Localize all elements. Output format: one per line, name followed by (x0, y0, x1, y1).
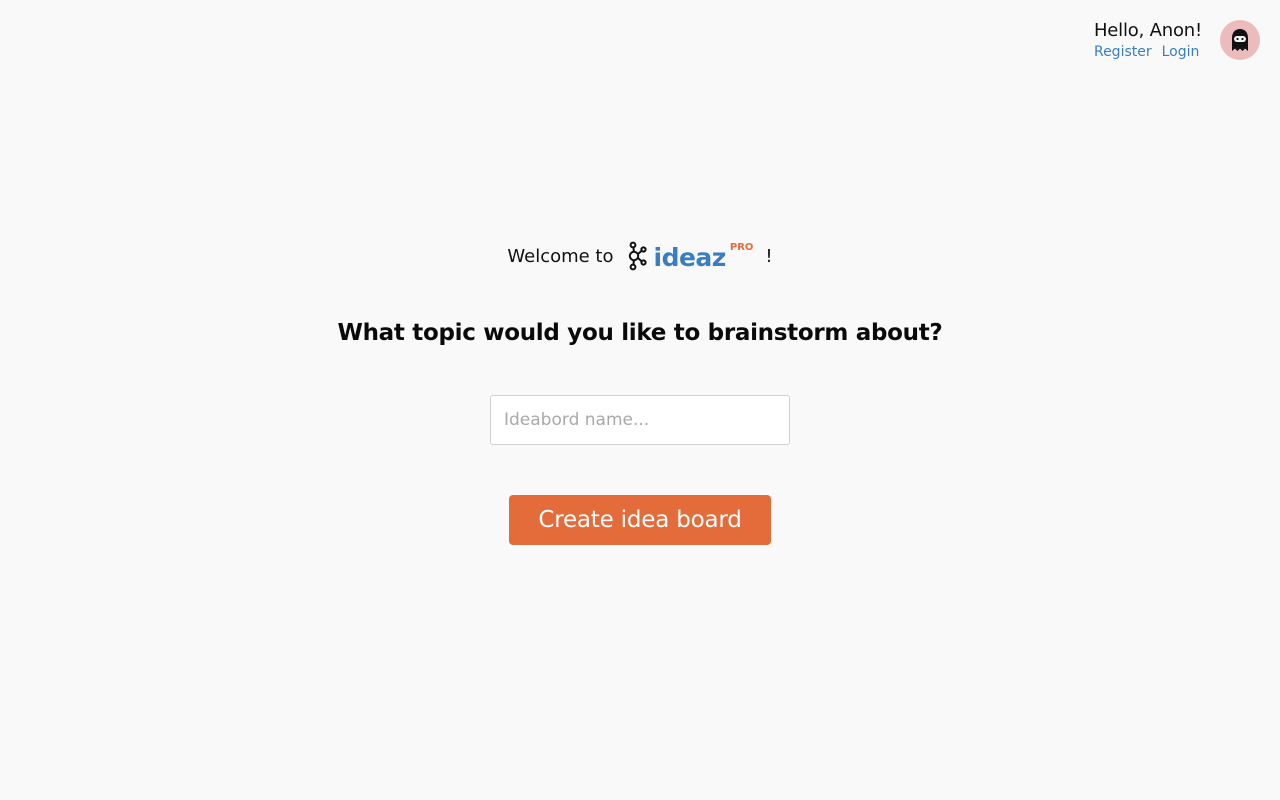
logo-wordmark: ideaz (653, 242, 727, 272)
user-text: Hello, Anon! Register Login (1094, 20, 1202, 61)
ninja-avatar-icon (1232, 29, 1248, 51)
page-title: What topic would you like to brainstorm … (337, 320, 943, 346)
ideaz-logo: ideaz PRO (624, 240, 754, 272)
auth-links: Register Login (1094, 43, 1199, 61)
avatar[interactable] (1220, 20, 1260, 60)
user-area: Hello, Anon! Register Login (1094, 20, 1260, 61)
molecule-icon (628, 241, 647, 271)
welcome-line: Welcome to ideaz PRO ! (0, 240, 1280, 272)
pro-badge: PRO (729, 241, 754, 253)
page: Hello, Anon! Register Login Welcome to i… (0, 0, 1280, 800)
ideaboard-name-input[interactable] (490, 395, 790, 445)
welcome-exclamation: ! (765, 245, 773, 267)
login-link[interactable]: Login (1162, 43, 1200, 61)
create-idea-board-button[interactable]: Create idea board (509, 495, 771, 545)
register-link[interactable]: Register (1094, 43, 1152, 61)
greeting-text: Hello, Anon! (1093, 20, 1202, 41)
welcome-text: Welcome to (507, 245, 614, 267)
